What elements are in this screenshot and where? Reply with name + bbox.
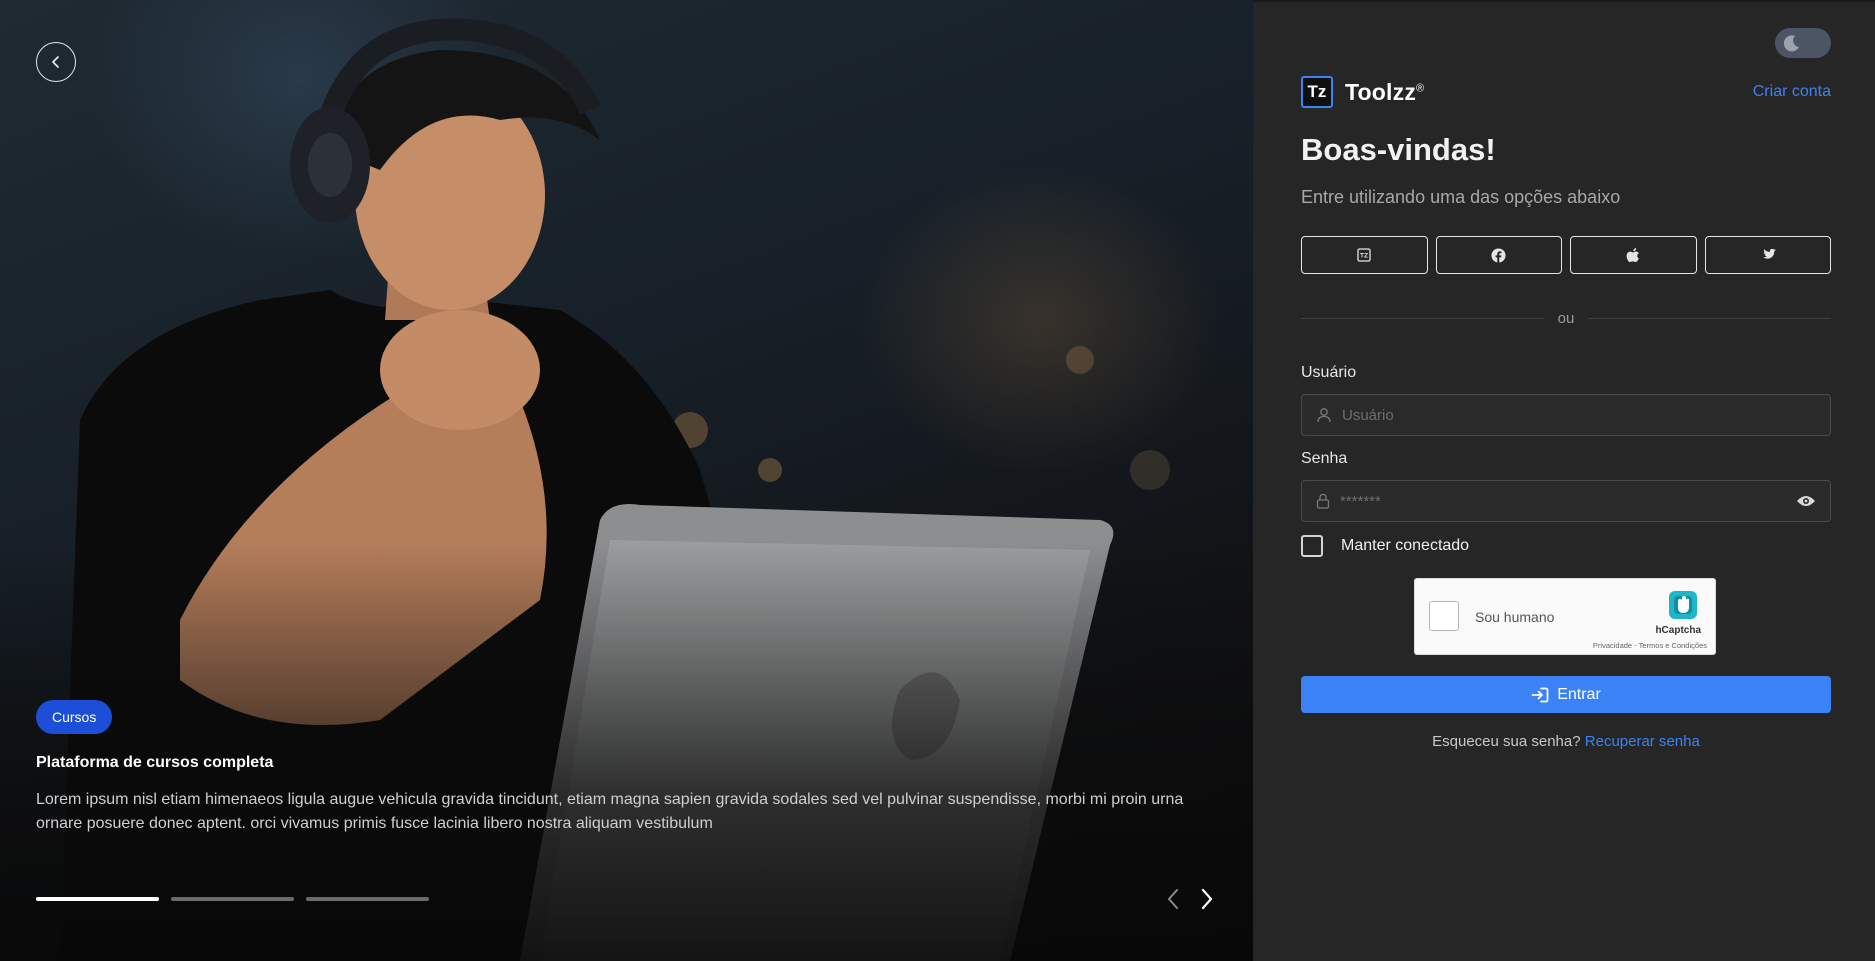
- create-account-link[interactable]: Criar conta: [1753, 83, 1831, 101]
- divider-line: [1588, 317, 1831, 319]
- captcha-checkbox[interactable]: [1429, 601, 1459, 631]
- eye-icon[interactable]: [1796, 494, 1816, 508]
- login-panel: Tz Toolzz® Criar conta Boas-vindas! Entr…: [1253, 0, 1875, 961]
- password-input[interactable]: [1340, 492, 1796, 510]
- captcha-links[interactable]: Privacidade - Termos e Condições: [1593, 641, 1707, 650]
- slide-indicator-2[interactable]: [171, 897, 294, 901]
- facebook-icon: [1491, 247, 1506, 263]
- divider-line: [1301, 317, 1544, 319]
- chevron-left-icon: [52, 56, 59, 68]
- facebook-login-button[interactable]: [1435, 236, 1562, 274]
- login-page: Cursos Plataforma de cursos completa Lor…: [0, 0, 1875, 961]
- hero-description: Lorem ipsum nisl etiam himenaeos ligula …: [36, 791, 1184, 832]
- social-login-group: TZ: [1301, 236, 1831, 274]
- hero-caption: Cursos Plataforma de cursos completa Lor…: [36, 700, 1226, 836]
- theme-toggle[interactable]: [1775, 28, 1831, 58]
- forgot-password: Esqueceu sua senha? Recuperar senha: [1301, 733, 1831, 750]
- page-title: Boas-vindas!: [1301, 132, 1496, 167]
- user-label: Usuário: [1301, 364, 1357, 381]
- slide-indicator-3[interactable]: [306, 897, 429, 901]
- user-input[interactable]: [1342, 406, 1816, 424]
- captcha-brand: hCaptcha: [1655, 625, 1701, 636]
- password-field: [1301, 480, 1831, 522]
- toolzz-icon: TZ: [1357, 248, 1371, 262]
- chevron-left-icon: [1168, 889, 1178, 909]
- hcaptcha-logo-icon: [1669, 591, 1697, 619]
- toolzz-login-button[interactable]: TZ: [1301, 236, 1428, 274]
- divider-text: ou: [1557, 309, 1575, 327]
- remember-me[interactable]: Manter conectado: [1301, 535, 1469, 557]
- apple-icon: [1626, 247, 1640, 262]
- slide-arrows: [1163, 888, 1217, 910]
- twitter-icon: [1763, 248, 1776, 259]
- remember-checkbox[interactable]: [1301, 535, 1323, 557]
- submit-label: Entrar: [1557, 685, 1601, 703]
- remember-label: Manter conectado: [1341, 537, 1470, 554]
- back-button[interactable]: [36, 42, 76, 82]
- chevron-right-icon: [1201, 888, 1213, 910]
- or-divider: ou: [1301, 308, 1831, 328]
- password-label: Senha: [1301, 450, 1348, 467]
- slide-progress: [36, 897, 429, 901]
- category-badge: Cursos: [36, 700, 113, 734]
- login-submit-button[interactable]: Entrar: [1301, 676, 1831, 713]
- brand-logo: Tz Toolzz®: [1301, 76, 1424, 108]
- apple-login-button[interactable]: [1570, 236, 1697, 274]
- lock-icon: [1316, 493, 1330, 509]
- hcaptcha-widget: Sou humano hCaptcha Privacidade - Termos…: [1414, 578, 1716, 655]
- toolzz-logo-icon: Tz: [1301, 76, 1333, 108]
- page-subtitle: Entre utilizando uma das opções abaixo: [1301, 187, 1621, 207]
- svg-text:TZ: TZ: [1360, 253, 1368, 260]
- forgot-text: Esqueceu sua senha?: [1432, 733, 1581, 750]
- hero-image-panel: Cursos Plataforma de cursos completa Lor…: [0, 0, 1253, 961]
- moon-icon: [1783, 35, 1799, 52]
- captcha-label: Sou humano: [1475, 609, 1555, 625]
- user-field: [1301, 394, 1831, 436]
- recover-password-link[interactable]: Recuperar senha: [1585, 733, 1700, 750]
- next-slide-button[interactable]: [1197, 888, 1217, 910]
- hero-title: Plataforma de cursos completa: [36, 754, 274, 771]
- slide-indicator-1[interactable]: [36, 897, 159, 901]
- prev-slide-button[interactable]: [1163, 888, 1183, 910]
- user-icon: [1317, 408, 1331, 423]
- brand-name: Toolzz®: [1345, 78, 1425, 105]
- login-icon: [1531, 687, 1549, 702]
- twitter-login-button[interactable]: [1704, 236, 1831, 274]
